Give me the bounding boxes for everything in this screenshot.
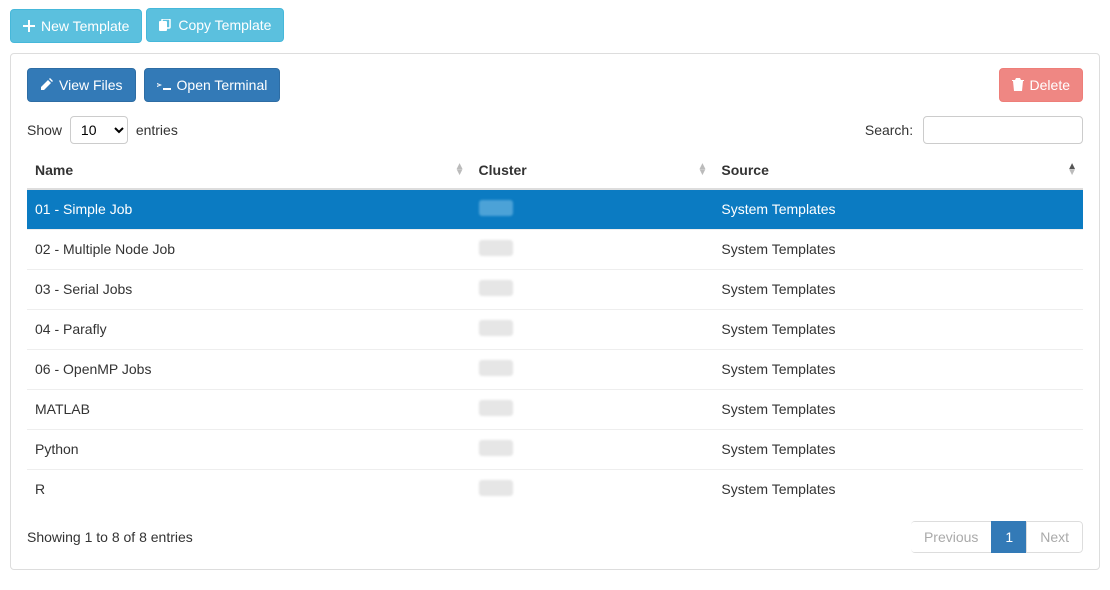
redacted-cluster (479, 280, 513, 296)
search-input[interactable] (923, 116, 1083, 144)
table-row[interactable]: 04 - Parafly System Templates (27, 309, 1083, 349)
redacted-cluster (479, 240, 513, 256)
table-row[interactable]: 01 - Simple Job System Templates (27, 189, 1083, 230)
redacted-cluster (479, 400, 513, 416)
table-footer: Showing 1 to 8 of 8 entries Previous 1 N… (27, 521, 1083, 553)
search-label: Search: (865, 122, 913, 138)
table-info: Showing 1 to 8 of 8 entries (27, 529, 193, 545)
cell-cluster (471, 349, 714, 389)
cell-cluster (471, 469, 714, 509)
panel-toolbar: View Files Open Terminal Delete (27, 68, 1083, 102)
cell-name: 02 - Multiple Node Job (27, 229, 471, 269)
open-terminal-button[interactable]: Open Terminal (144, 68, 281, 102)
cell-cluster (471, 429, 714, 469)
pagination: Previous 1 Next (911, 521, 1083, 553)
length-control: Show 102550100 entries (27, 116, 178, 144)
page-previous[interactable]: Previous (911, 521, 992, 553)
cell-name: R (27, 469, 471, 509)
redacted-cluster (479, 200, 513, 216)
cell-source: System Templates (713, 189, 1083, 230)
cell-cluster (471, 229, 714, 269)
cell-name: 01 - Simple Job (27, 189, 471, 230)
table-row[interactable]: MATLAB System Templates (27, 389, 1083, 429)
cell-name: Python (27, 429, 471, 469)
redacted-cluster (479, 360, 513, 376)
length-suffix: entries (136, 122, 178, 138)
view-files-label: View Files (59, 75, 123, 95)
cell-cluster (471, 269, 714, 309)
copy-template-button[interactable]: Copy Template (146, 8, 284, 42)
col-header-name[interactable]: Name ▲▼ (27, 152, 471, 189)
col-header-cluster[interactable]: Cluster ▲▼ (471, 152, 714, 189)
cell-cluster (471, 389, 714, 429)
delete-label: Delete (1030, 75, 1070, 95)
templates-panel: View Files Open Terminal Delete Show 102… (10, 53, 1100, 570)
copy-template-label: Copy Template (178, 15, 271, 35)
cell-name: 06 - OpenMP Jobs (27, 349, 471, 389)
redacted-cluster (479, 480, 513, 496)
sort-icon: ▲▼ (1067, 164, 1077, 176)
edit-icon (40, 78, 53, 91)
new-template-label: New Template (41, 16, 129, 36)
cell-source: System Templates (713, 309, 1083, 349)
col-header-source[interactable]: Source ▲▼ (713, 152, 1083, 189)
table-row[interactable]: 02 - Multiple Node Job System Templates (27, 229, 1083, 269)
cell-source: System Templates (713, 229, 1083, 269)
open-terminal-label: Open Terminal (177, 75, 268, 95)
cell-source: System Templates (713, 349, 1083, 389)
sort-icon: ▲▼ (697, 164, 707, 176)
delete-button[interactable]: Delete (999, 68, 1083, 102)
cell-name: 04 - Parafly (27, 309, 471, 349)
page-current[interactable]: 1 (991, 521, 1027, 553)
cell-cluster (471, 189, 714, 230)
view-files-button[interactable]: View Files (27, 68, 136, 102)
copy-icon (159, 19, 172, 32)
page-next[interactable]: Next (1026, 521, 1083, 553)
cell-name: 03 - Serial Jobs (27, 269, 471, 309)
table-row[interactable]: 03 - Serial Jobs System Templates (27, 269, 1083, 309)
table-controls: Show 102550100 entries Search: (27, 116, 1083, 144)
cell-source: System Templates (713, 269, 1083, 309)
trash-icon (1012, 78, 1024, 91)
cell-source: System Templates (713, 469, 1083, 509)
templates-table: Name ▲▼ Cluster ▲▼ Source ▲▼ 01 - Simple… (27, 152, 1083, 509)
terminal-icon (157, 79, 171, 91)
cell-source: System Templates (713, 389, 1083, 429)
length-prefix: Show (27, 122, 62, 138)
cell-source: System Templates (713, 429, 1083, 469)
search-control: Search: (865, 116, 1083, 144)
table-row[interactable]: 06 - OpenMP Jobs System Templates (27, 349, 1083, 389)
sort-icon: ▲▼ (455, 164, 465, 176)
new-template-button[interactable]: New Template (10, 9, 142, 43)
table-row[interactable]: Python System Templates (27, 429, 1083, 469)
length-select[interactable]: 102550100 (70, 116, 128, 144)
plus-icon (23, 20, 35, 32)
cell-cluster (471, 309, 714, 349)
cell-name: MATLAB (27, 389, 471, 429)
table-row[interactable]: R System Templates (27, 469, 1083, 509)
redacted-cluster (479, 440, 513, 456)
top-toolbar: New Template Copy Template (10, 8, 1100, 43)
redacted-cluster (479, 320, 513, 336)
